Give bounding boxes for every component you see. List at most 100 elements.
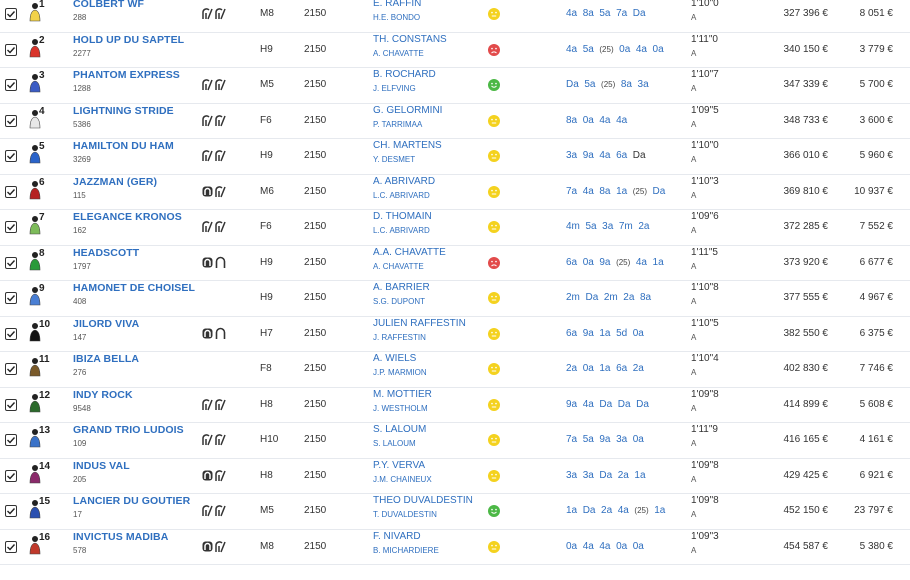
horse-name-link[interactable]: ELEGANCE KRONOS <box>73 211 182 246</box>
form-mood-icon <box>488 434 500 446</box>
table-row[interactable]: 7ELEGANCE KRONOS162F62150D. THOMAINL.C. … <box>0 210 910 246</box>
horse-name-link[interactable]: GRAND TRIO LUDOIS <box>73 424 184 459</box>
horse-name-link[interactable]: LANCIER DU GOUTIER <box>73 495 190 530</box>
music-result: 6a <box>616 363 627 374</box>
table-row[interactable]: 6JAZZMAN (GER)115M62150A. ABRIVARDL.C. A… <box>0 175 910 211</box>
music-result: 9a <box>583 328 594 339</box>
music-result: 3a <box>638 79 649 90</box>
music-result: 7m <box>619 221 633 232</box>
row-checkbox[interactable] <box>5 8 17 20</box>
music-result: 8a <box>583 8 594 19</box>
runner-number: 1 <box>39 0 45 34</box>
music-result: Da <box>633 8 646 19</box>
music-result: 6a <box>616 150 627 161</box>
row-checkbox[interactable] <box>5 363 17 375</box>
table-row[interactable]: 12INDY ROCK9548H82150M. MOTTIERJ. WESTHO… <box>0 388 910 424</box>
table-row[interactable]: 4LIGHTNING STRIDE5386F62150G. GELORMINIP… <box>0 104 910 140</box>
music-result: 5a <box>599 8 610 19</box>
row-checkbox[interactable] <box>5 186 17 198</box>
music-result: 5a <box>584 79 595 90</box>
music-result: 6a <box>566 257 577 268</box>
row-checkbox[interactable] <box>5 541 17 553</box>
runner-number: 16 <box>39 532 50 567</box>
music-result: Da <box>618 399 631 410</box>
table-row[interactable]: 13GRAND TRIO LUDOIS109H102150S. LALOUMS.… <box>0 423 910 459</box>
table-row[interactable]: 3PHANTOM EXPRESS1288M52150B. ROCHARDJ. E… <box>0 68 910 104</box>
form-mood-icon <box>488 505 500 517</box>
music-result: 8a <box>640 292 651 303</box>
runner-number: 9 <box>39 283 45 318</box>
music-result: 5d <box>616 328 627 339</box>
row-checkbox[interactable] <box>5 505 17 517</box>
music-year-separator: (25) <box>633 187 647 196</box>
table-row[interactable]: 9HAMONET DE CHOISEL408H92150A. BARRIERS.… <box>0 281 910 317</box>
music-result: 0a <box>583 363 594 374</box>
music-result: 4a <box>599 150 610 161</box>
music-result: 4a <box>583 186 594 197</box>
music-result: 4m <box>566 221 580 232</box>
table-row[interactable]: 5HAMILTON DU HAM3269H92150CH. MARTENSY. … <box>0 139 910 175</box>
music-result: 4a <box>583 541 594 552</box>
row-checkbox[interactable] <box>5 434 17 446</box>
horse-name-link[interactable]: INVICTUS MADIBA <box>73 531 168 566</box>
music-result: 2a <box>601 505 612 516</box>
music-result: 4a <box>618 505 629 516</box>
music-result: 9a <box>583 150 594 161</box>
shoeing-icons <box>202 540 226 575</box>
runner-number: 8 <box>39 248 45 283</box>
row-checkbox[interactable] <box>5 470 17 482</box>
music-year-separator: (25) <box>601 80 615 89</box>
table-row[interactable]: 8HEADSCOTT1797H92150A.A. CHAVATTEA. CHAV… <box>0 246 910 282</box>
music-result: 3a <box>566 150 577 161</box>
table-row[interactable]: 10JILORD VIVA147H72150JULIEN RAFFESTINJ.… <box>0 317 910 353</box>
music-result: 4a <box>636 257 647 268</box>
music-result: 0a <box>616 541 627 552</box>
table-row[interactable]: 1COLBERT WF288M82150E. RAFFINH.E. BONDO4… <box>0 0 910 33</box>
music-result: Da <box>583 505 596 516</box>
music-result: 1a <box>599 363 610 374</box>
music-result: 7a <box>566 186 577 197</box>
horse-sub-value: 578 <box>73 546 86 580</box>
row-checkbox[interactable] <box>5 150 17 162</box>
row-checkbox[interactable] <box>5 328 17 340</box>
table-row[interactable]: 11IBIZA BELLA276F82150A. WIELSJ.P. MARMI… <box>0 352 910 388</box>
form-mood-icon <box>488 79 500 91</box>
music-result: 0a <box>653 44 664 55</box>
form-mood-icon <box>488 328 500 340</box>
music-result: 2m <box>566 292 580 303</box>
music-result: 1a <box>654 505 665 516</box>
row-checkbox[interactable] <box>5 221 17 233</box>
trainer-link[interactable]: B. MICHARDIERE <box>373 546 439 580</box>
row-checkbox[interactable] <box>5 292 17 304</box>
music-result: Da <box>633 150 646 161</box>
table-row[interactable]: 2HOLD UP DU SAPTEL2277H92150TH. CONSTANS… <box>0 33 910 69</box>
table-row[interactable]: 15LANCIER DU GOUTIER17M52150THEO DUVALDE… <box>0 494 910 530</box>
form-mood-icon <box>488 44 500 56</box>
music-result: 3a <box>602 221 613 232</box>
music-result: Da <box>636 399 649 410</box>
row-checkbox[interactable] <box>5 115 17 127</box>
music-result: 4a <box>636 44 647 55</box>
music-result: 4a <box>599 541 610 552</box>
row-checkbox[interactable] <box>5 79 17 91</box>
music-year-separator: (25) <box>634 506 648 515</box>
runner-number: 7 <box>39 212 45 247</box>
music-result: 4a <box>616 115 627 126</box>
music-year-separator: (25) <box>616 258 630 267</box>
row-checkbox[interactable] <box>5 44 17 56</box>
runner-number: 6 <box>39 177 45 212</box>
table-row[interactable]: 16INVICTUS MADIBA578M82150F. NIVARDB. MI… <box>0 530 910 566</box>
music-result: 2a <box>633 363 644 374</box>
row-checkbox[interactable] <box>5 399 17 411</box>
runner-number: 4 <box>39 106 45 141</box>
music-result: Da <box>599 470 612 481</box>
music-result: 4a <box>583 399 594 410</box>
music-result: 5a <box>585 221 596 232</box>
music-result: 1a <box>616 186 627 197</box>
last-earnings: 5 380 € <box>860 541 893 576</box>
music-result: 2a <box>566 363 577 374</box>
row-checkbox[interactable] <box>5 257 17 269</box>
music-result: 0a <box>583 257 594 268</box>
table-row[interactable]: 14INDUS VAL205H82150P.Y. VERVAJ.M. CHAIN… <box>0 459 910 495</box>
horse-name-link[interactable]: HAMONET DE CHOISEL <box>73 282 195 317</box>
